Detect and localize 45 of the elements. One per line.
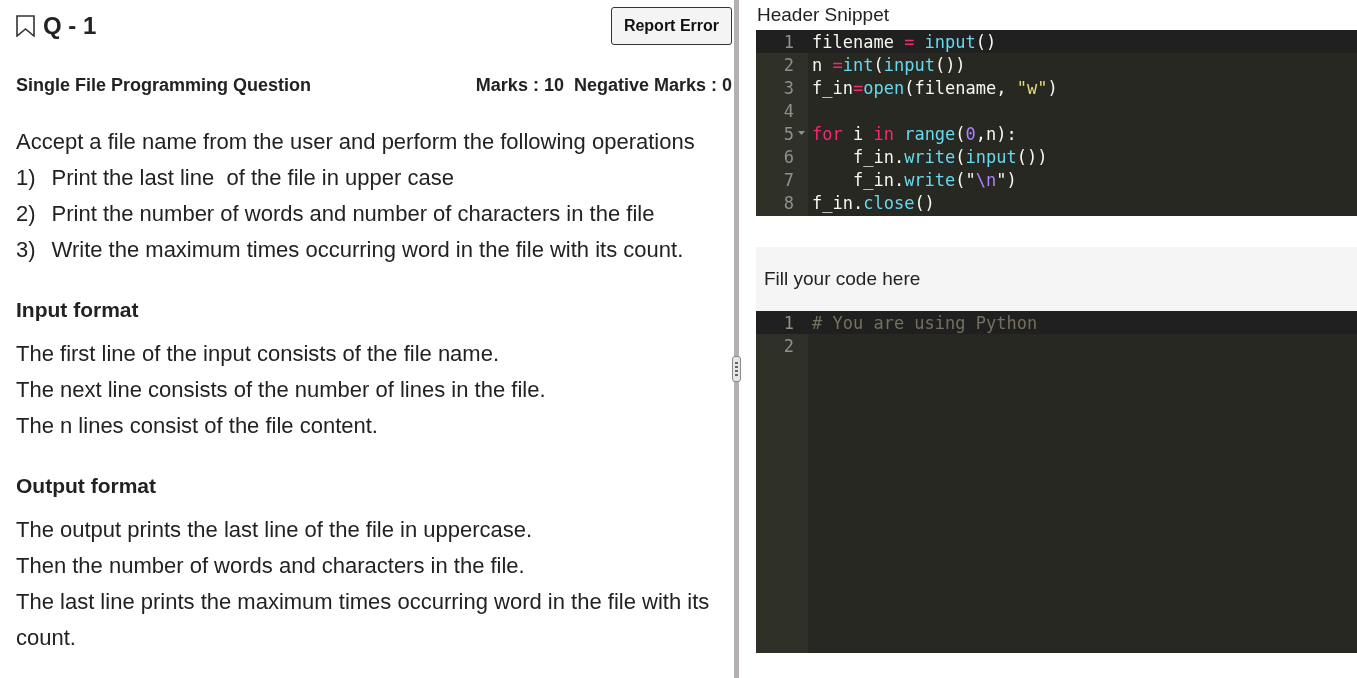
step-text: Print the last line of the file in upper case: [51, 164, 454, 192]
bookmark-icon[interactable]: [16, 15, 35, 37]
code-line: f_in.write(input()): [851, 146, 1048, 167]
code-line: f_in=open(filename, "w"): [811, 77, 1058, 98]
code-editor[interactable]: 1 # You are using Python 2: [756, 311, 1357, 653]
step-number: 2): [16, 200, 36, 228]
section-heading: Input format: [16, 297, 140, 323]
section-text: Then the number of words and characters in the file.: [16, 552, 526, 580]
code-line: f_in.write("\n"): [851, 169, 1017, 190]
line-number: 5: [782, 123, 794, 144]
answer-prompt: Fill your code here: [764, 268, 921, 290]
code-line: n =int(input()): [811, 54, 966, 75]
marks-label: Marks : 10: [475, 75, 564, 96]
line-number: 2: [782, 335, 794, 356]
line-number: 7: [782, 169, 794, 190]
line-number: 2: [782, 54, 794, 75]
step-number: 3): [16, 236, 36, 264]
header-snippet-editor[interactable]: 1 filename = input() 2 n =int(input()) 3 f_in=open(filename, "w") 4 5 for i in range(0,n): 6 f_in.write(input()) 7 f_in.write("\n") 8 f_in.close(): [756, 30, 1357, 216]
question-type: Single File Programming Question: [16, 75, 312, 96]
section-text: The output prints the last line of the file in uppercase.: [16, 516, 534, 544]
step-number: 1): [16, 164, 36, 192]
line-number: 1: [782, 31, 794, 52]
step-text: Print the number of words and number of characters in the file: [51, 200, 655, 228]
line-number: 3: [782, 77, 794, 98]
section-heading: Output format: [16, 473, 157, 499]
description-text: Accept a file name from the user and perform the following operations: [16, 128, 696, 156]
section-text: The last line prints the maximum times occurring word in the file with its count.: [16, 588, 711, 652]
header-snippet-title: Header Snippet: [756, 3, 891, 27]
line-number: 8: [782, 192, 794, 213]
question-number: Q - 1: [43, 12, 97, 40]
negative-marks-label: Negative Marks : 0: [573, 75, 732, 96]
section-text: The n lines consist of the file content.: [16, 412, 379, 440]
code-line: # You are using Python: [811, 312, 1038, 333]
code-line: filename = input(): [811, 31, 997, 52]
section-text: The first line of the input consists of the file name.: [16, 340, 501, 368]
line-number: 4: [782, 100, 794, 121]
splitter-handle[interactable]: [732, 356, 741, 382]
step-text: Write the maximum times occurring word in the file with its count.: [51, 236, 684, 264]
fold-caret-icon[interactable]: [797, 131, 805, 136]
line-number: 6: [782, 146, 794, 167]
code-line: for i in range(0,n):: [811, 123, 1017, 144]
report-error-button[interactable]: Report Error: [610, 7, 732, 45]
section-text: The next line consists of the number of lines in the file.: [16, 376, 547, 404]
line-number: 1: [782, 312, 794, 333]
code-line: f_in.close(): [811, 192, 935, 213]
